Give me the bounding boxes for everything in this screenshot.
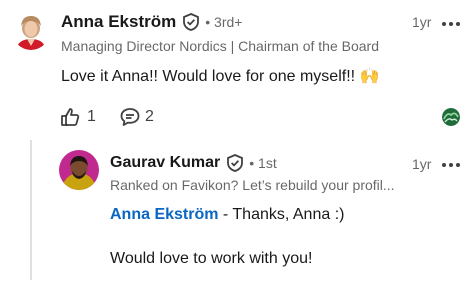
comment-text: Love it Anna!! Would love for one myself…: [61, 66, 379, 86]
verified-badge-icon: [182, 13, 200, 31]
reply-text-body: - Thanks, Anna :): [218, 206, 345, 223]
avatar-anna[interactable]: [12, 12, 50, 50]
comment-text-body: Love it Anna!! Would love for one myself…: [61, 68, 360, 85]
reply-text-line2: Would love to work with you!: [110, 250, 313, 267]
reply-count: 2: [145, 108, 154, 125]
thumbs-up-icon: [59, 106, 81, 128]
mention-link[interactable]: Anna Ekström: [110, 206, 218, 223]
comment-author-headline: Managing Director Nordics | Chairman of …: [61, 38, 380, 54]
avatar-gaurav[interactable]: [59, 150, 99, 190]
reactor-avatar-icon[interactable]: [442, 108, 460, 126]
more-options-icon[interactable]: [441, 157, 461, 167]
thread-line: [30, 140, 32, 280]
reply-author-headline: Ranked on Favikon? Let’s rebuild your pr…: [110, 177, 395, 193]
comment-author-name[interactable]: Anna Ekström: [61, 12, 176, 32]
like-count: 1: [87, 108, 96, 125]
verified-badge-icon: [226, 154, 244, 172]
comment-bubble-icon: [119, 106, 141, 128]
comment-timestamp: 1yr: [412, 14, 432, 30]
reply-timestamp: 1yr: [412, 156, 432, 172]
more-options-icon[interactable]: [441, 16, 461, 26]
reply-author-name[interactable]: Gaurav Kumar: [110, 154, 220, 172]
reply-button[interactable]: 2: [119, 106, 154, 128]
connection-degree: • 1st: [249, 155, 277, 171]
connection-degree: • 3rd+: [205, 14, 243, 30]
reply-text-line1: Anna Ekström - Thanks, Anna :): [110, 206, 344, 224]
raised-hands-emoji: 🙌: [359, 68, 380, 85]
like-button[interactable]: 1: [59, 106, 96, 128]
